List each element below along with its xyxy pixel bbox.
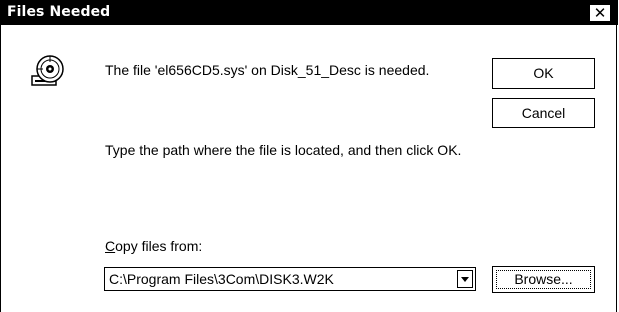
focus-rectangle xyxy=(496,270,591,289)
chevron-down-icon[interactable] xyxy=(457,270,473,288)
files-needed-dialog: Files Needed ✕ The file 'el656CD5.sys' o… xyxy=(0,0,618,312)
ok-button[interactable]: OK xyxy=(492,58,595,89)
dialog-title: Files Needed xyxy=(7,4,111,20)
instruction-text: Type the path where the file is located,… xyxy=(105,142,462,158)
message-text: The file 'el656CD5.sys' on Disk_51_Desc … xyxy=(105,62,430,78)
browse-button[interactable]: Browse... xyxy=(492,266,595,293)
disk-icon xyxy=(31,55,64,86)
copy-files-from-label: Copy files from: xyxy=(105,238,203,254)
path-input-value[interactable]: C:\Program Files\3Com\DISK3.W2K xyxy=(109,271,334,287)
cancel-button[interactable]: Cancel xyxy=(492,98,595,128)
close-button[interactable]: ✕ xyxy=(589,4,611,22)
path-combobox[interactable]: C:\Program Files\3Com\DISK3.W2K xyxy=(104,267,476,291)
title-bar[interactable]: Files Needed ✕ xyxy=(1,0,618,25)
